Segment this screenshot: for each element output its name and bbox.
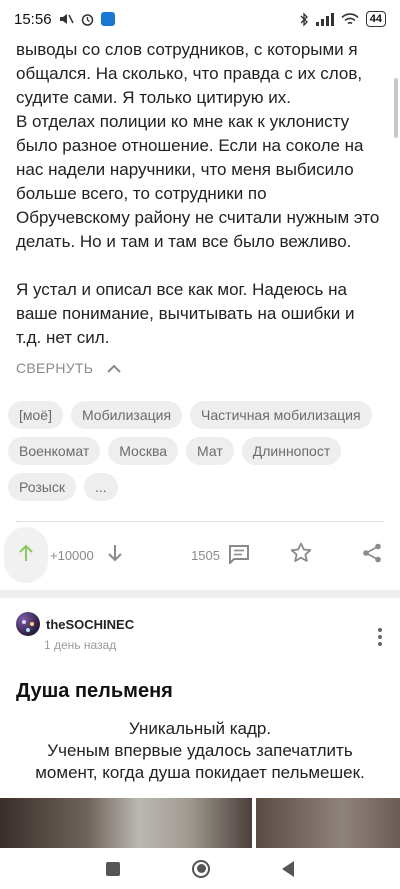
home-icon[interactable] [192,859,210,878]
chevron-up-icon [107,360,121,376]
post-paragraph: Я устал и описал все как мог. Надеюсь на… [16,280,355,347]
share-button[interactable] [362,543,382,568]
post-actions: +10000 1505 [0,527,400,583]
collapse-button[interactable]: СВЕРНУТЬ [16,360,121,376]
next-post-card: theSOCHINEC 1 день назад Душа пельменя У… [0,598,400,848]
collapse-label: СВЕРНУТЬ [16,360,94,376]
tag[interactable]: Мобилизация [70,401,183,429]
bluetooth-icon [299,11,309,27]
tag[interactable]: Военкомат [8,437,101,465]
back-icon[interactable] [282,860,294,877]
recent-apps-icon[interactable] [106,861,120,876]
post-time: 1 день назад [44,638,117,652]
author-row[interactable]: theSOCHINEC [16,612,134,636]
tag[interactable]: Мат [186,437,234,465]
mute-icon [58,12,74,26]
post-image[interactable] [256,798,400,848]
clock: 15:56 [14,10,52,28]
more-options-icon[interactable] [378,628,382,646]
post-image[interactable] [0,798,252,848]
image-caption: Уникальный кадр. Ученым впервые удалось … [0,718,400,784]
rating-value: +10000 [50,547,94,563]
share-icon [362,543,382,568]
comment-icon [228,544,250,567]
tag[interactable]: [моё] [8,401,63,429]
post-body: выводы со слов сотрудников, с которыми я… [0,38,400,350]
post-title[interactable]: Душа пельменя [16,680,173,703]
comments-count: 1505 [191,547,220,563]
post-paragraph: В отделах полиции ко мне как к уклонисту… [16,112,380,251]
save-button[interactable] [290,542,312,568]
scrollbar[interactable] [394,78,398,138]
post-card: выводы со слов сотрудников, с которыми я… [0,38,400,590]
caption-line: момент, когда душа покидает пельмешек. [35,763,365,782]
tag-list: [моё] Мобилизация Частичная мобилизация … [8,401,388,501]
divider [16,521,384,522]
vote-up-button[interactable] [4,527,48,583]
star-icon [290,542,312,568]
tag[interactable]: Длиннопост [241,437,342,465]
signal-icon [315,12,334,26]
caption-line: Уникальный кадр. [128,719,272,738]
comments-button[interactable]: 1505 [191,544,250,567]
status-right: 44 [299,11,386,27]
arrow-up-icon [19,544,33,567]
wifi-icon [341,12,359,26]
status-left: 15:56 [14,11,115,28]
caption-line: Ученым впервые удалось запечатлить [47,741,353,760]
tag[interactable]: Частичная мобилизация [190,401,372,429]
tag-more[interactable]: ... [83,473,118,501]
tag[interactable]: Розыск [8,473,76,501]
alarm-icon [80,12,95,27]
avatar[interactable] [16,612,40,636]
author-name[interactable]: theSOCHINEC [46,617,134,632]
system-nav-bar [0,848,400,889]
status-bar: 15:56 44 [0,0,400,38]
app-notification-icon [100,12,115,26]
vote-down-button[interactable] [108,544,122,567]
tag[interactable]: Москва [108,437,179,465]
battery-indicator: 44 [365,11,386,27]
post-paragraph: выводы со слов сотрудников, с которыми я… [16,40,363,107]
arrow-down-icon [108,544,122,567]
